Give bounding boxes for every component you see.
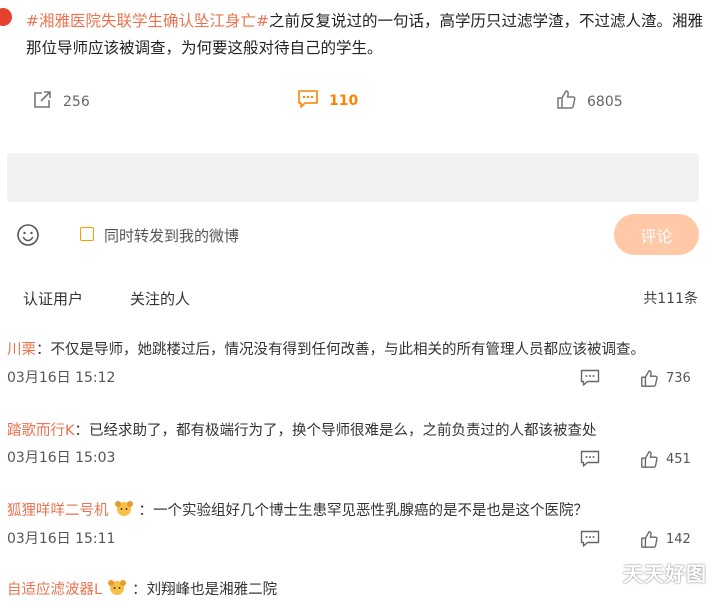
comment-text: 已经求助了，都有极端行为了，换个导师很难是么，之前负责过的人都该被查处 — [89, 423, 597, 439]
watermark: 天天好图 — [623, 562, 707, 586]
thumbs-up-icon[interactable] — [640, 530, 660, 550]
comment-button[interactable]: 110 — [297, 89, 358, 113]
comment-text: 不仅是导师，她跳楼过后，情况没有得到任何改善，与此相关的所有管理人员都应该被调查… — [50, 342, 646, 358]
comment-total: 共111条 — [643, 291, 698, 307]
weibo-logo-icon — [0, 8, 12, 26]
comment-input[interactable] — [7, 153, 699, 202]
comment-count: 110 — [329, 93, 359, 109]
forward-checkbox-label: 同时转发到我的微博 — [104, 227, 240, 245]
thumbs-up-icon — [556, 89, 577, 114]
comment-username[interactable]: 狐狸咩咩二号机 — [7, 503, 109, 519]
submit-comment-button[interactable]: 评论 — [614, 214, 699, 255]
reply-icon[interactable] — [580, 369, 600, 389]
comment-text: 一个实验组好几个博士生患罕见恶性乳腺癌的是不是也是这个医院？ — [153, 503, 588, 519]
fan-badge-icon — [106, 579, 128, 597]
emoji-icon[interactable] — [16, 223, 40, 247]
comment-separator: ： — [138, 503, 154, 519]
comment-separator: ： — [74, 423, 90, 439]
thumbs-up-icon[interactable] — [640, 369, 660, 389]
comment-like-count: 736 — [666, 371, 691, 386]
comment-username[interactable]: 踏歌而行K — [7, 423, 75, 439]
thumbs-up-icon[interactable] — [640, 450, 660, 470]
post-content: #湘雅医院失联学生确认坠江身亡#之前反复说过的一句话，高学历只过滤学渣，不过滤人… — [26, 8, 706, 62]
comment-time: 03月16日 15:03 — [7, 450, 116, 466]
forward-button[interactable]: 256 — [32, 89, 90, 114]
comment-separator: ： — [132, 582, 147, 598]
comment-item: 自适应滤波器L ：刘翔峰也是湘雅二院 — [7, 578, 277, 599]
forward-checkbox[interactable] — [80, 227, 94, 241]
comment-item: 川栗：不仅是导师，她跳楼过后，情况没有得到任何改善，与此相关的所有管理人员都应该… — [7, 338, 645, 359]
tab-following[interactable]: 关注的人 — [130, 288, 190, 309]
reply-icon[interactable] — [580, 530, 600, 550]
comment-time: 03月16日 15:11 — [7, 531, 116, 547]
hashtag-link[interactable]: #湘雅医院失联学生确认坠江身亡# — [26, 12, 269, 30]
comment-time: 03月16日 15:12 — [7, 370, 116, 386]
comment-username[interactable]: 川栗 — [7, 342, 36, 358]
fan-badge-icon — [113, 500, 135, 518]
comment-item: 踏歌而行K：已经求助了，都有极端行为了，换个导师很难是么，之前负责过的人都该被查… — [7, 419, 597, 440]
comment-separator: ： — [36, 342, 51, 358]
comment-icon — [297, 89, 319, 113]
comment-item: 狐狸咩咩二号机 ：一个实验组好几个博士生患罕见恶性乳腺癌的是不是也是这个医院？ — [7, 499, 588, 520]
comment-like-count: 142 — [666, 532, 691, 547]
like-button[interactable]: 6805 — [556, 89, 623, 114]
forward-count: 256 — [63, 93, 90, 110]
like-count: 6805 — [587, 93, 623, 110]
share-icon — [32, 89, 53, 114]
comment-username[interactable]: 自适应滤波器L — [7, 582, 102, 598]
tab-verified-users[interactable]: 认证用户 — [23, 288, 83, 309]
reply-icon[interactable] — [580, 450, 600, 470]
comment-like-count: 451 — [666, 452, 691, 467]
comment-text: 刘翔峰也是湘雅二院 — [146, 582, 278, 598]
